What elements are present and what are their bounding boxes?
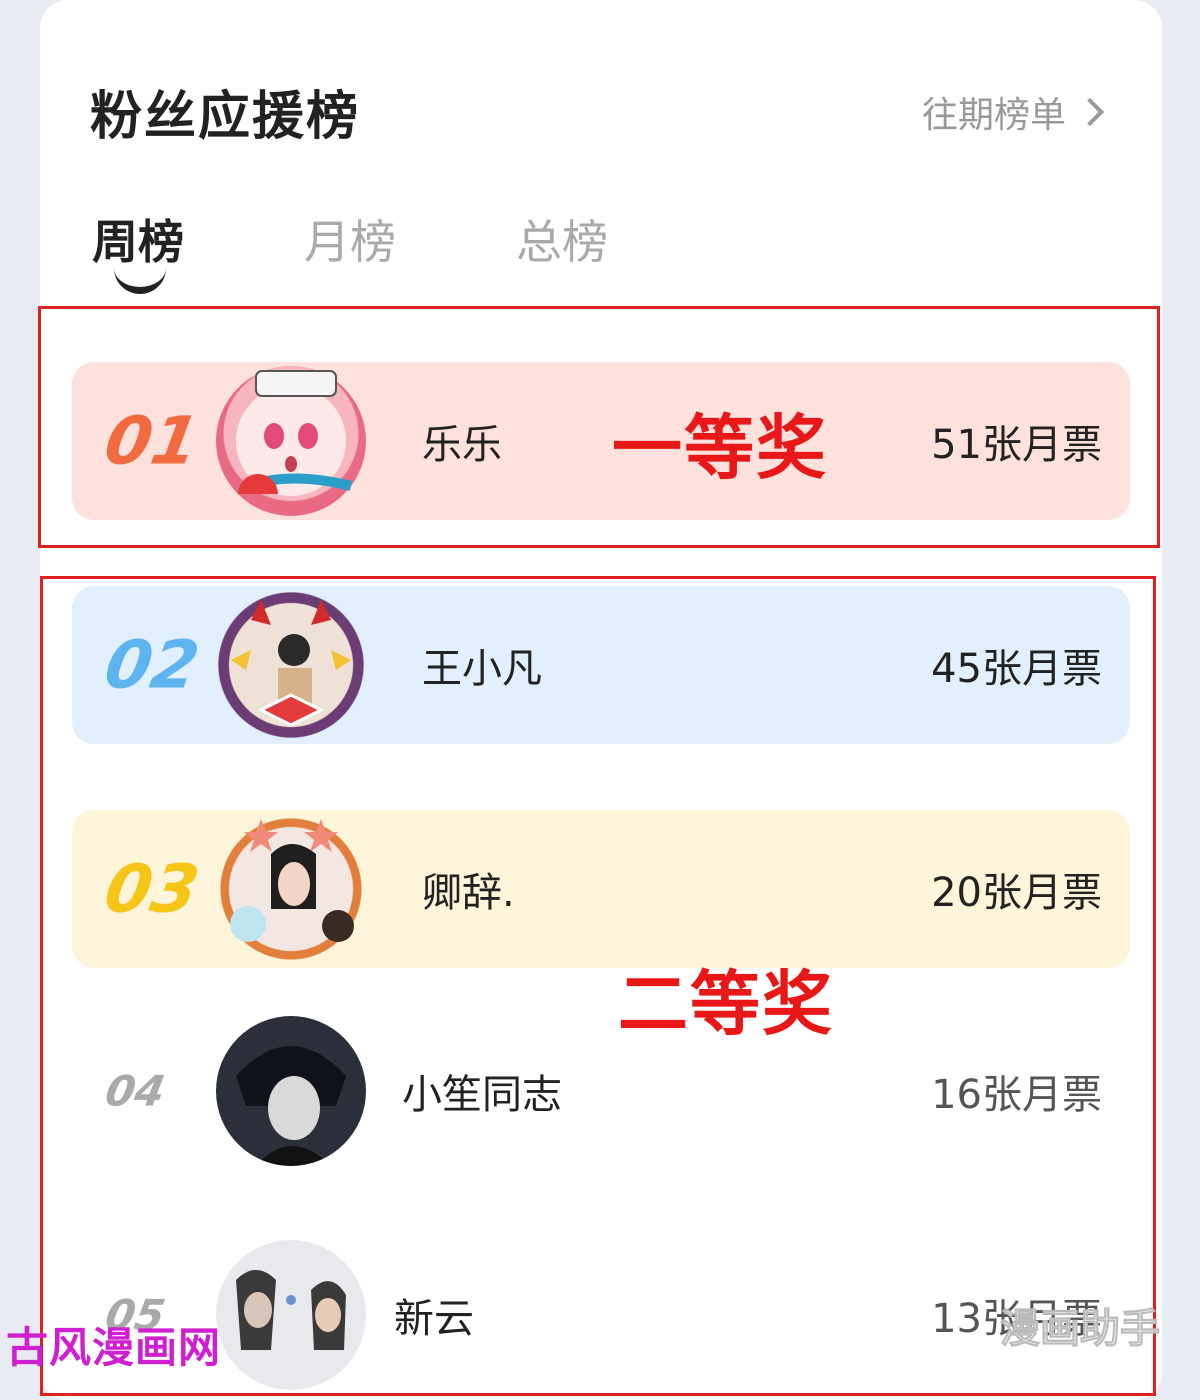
history-rankings-link[interactable]: 往期榜单: [922, 86, 1105, 138]
watermark-right: 漫画助手: [1000, 1306, 1161, 1353]
page-title: 粉丝应援榜: [90, 87, 361, 147]
chevron-right-icon: [1075, 97, 1105, 127]
tab-monthly[interactable]: 月榜: [304, 206, 396, 272]
tab-weekly[interactable]: 周榜: [92, 206, 184, 294]
second-prize-frame: [40, 576, 1156, 1396]
ranking-tabs: 周榜 月榜 总榜: [92, 206, 728, 294]
watermark-left: 古风漫画网: [6, 1323, 222, 1372]
first-prize-label: 一等奖: [612, 407, 828, 489]
history-label: 往期榜单: [922, 95, 1067, 136]
tab-total[interactable]: 总榜: [516, 206, 608, 272]
first-prize-frame: [38, 306, 1160, 548]
second-prize-label: 二等奖: [618, 963, 834, 1045]
